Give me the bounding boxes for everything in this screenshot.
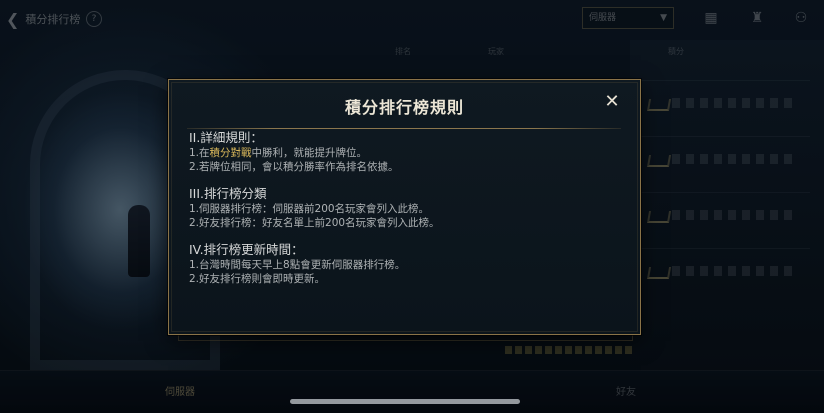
section-heading: III.排行榜分類 <box>189 186 267 201</box>
rules-section-update-time: IV.排行榜更新時間： 1.台灣時間每天早上8點會更新伺服器排行榜。 2.好友排… <box>189 242 619 286</box>
section-heading: IV.排行榜更新時間： <box>189 242 304 257</box>
close-icon[interactable]: ✕ <box>602 91 622 113</box>
rules-section-details: II.詳細規則： 1.在積分對戰中勝利，就能提升牌位。 2.若牌位相同，會以積分… <box>189 130 619 174</box>
home-indicator[interactable] <box>290 399 520 404</box>
dialog-title: 積分排行榜規則 <box>344 98 464 117</box>
leaderboard-screen: ❮ 積分排行榜 ? 伺服器 ▼ ▦ ♜ ⚇ 排名 玩家 積分 伺服器 好友 積分… <box>0 0 824 413</box>
rules-dialog: 積分排行榜規則 ✕ II.詳細規則： 1.在積分對戰中勝利，就能提升牌位。 2.… <box>168 79 641 335</box>
rule-line: 1.台灣時間每天早上8點會更新伺服器排行榜。 <box>189 259 406 271</box>
rules-section-categories: III.排行榜分類 1.伺服器排行榜：伺服器前200名玩家會列入此榜。 2.好友… <box>189 186 619 230</box>
modal-underlay-frame <box>178 335 633 341</box>
rule-line: 2.好友排行榜：好友名單上前200名玩家會列入此榜。 <box>189 217 440 229</box>
rule-line: 1.伺服器排行榜：伺服器前200名玩家會列入此榜。 <box>189 203 430 215</box>
rule-line: 1.在積分對戰中勝利，就能提升牌位。 <box>189 147 368 159</box>
rules-body: II.詳細規則： 1.在積分對戰中勝利，就能提升牌位。 2.若牌位相同，會以積分… <box>189 130 619 298</box>
rule-line: 2.好友排行榜則會即時更新。 <box>189 273 326 285</box>
section-heading: II.詳細規則： <box>189 130 263 145</box>
rule-line: 2.若牌位相同，會以積分勝率作為排名依據。 <box>189 161 399 173</box>
title-divider <box>187 128 621 129</box>
highlighted-term: 積分對戰 <box>209 147 252 159</box>
